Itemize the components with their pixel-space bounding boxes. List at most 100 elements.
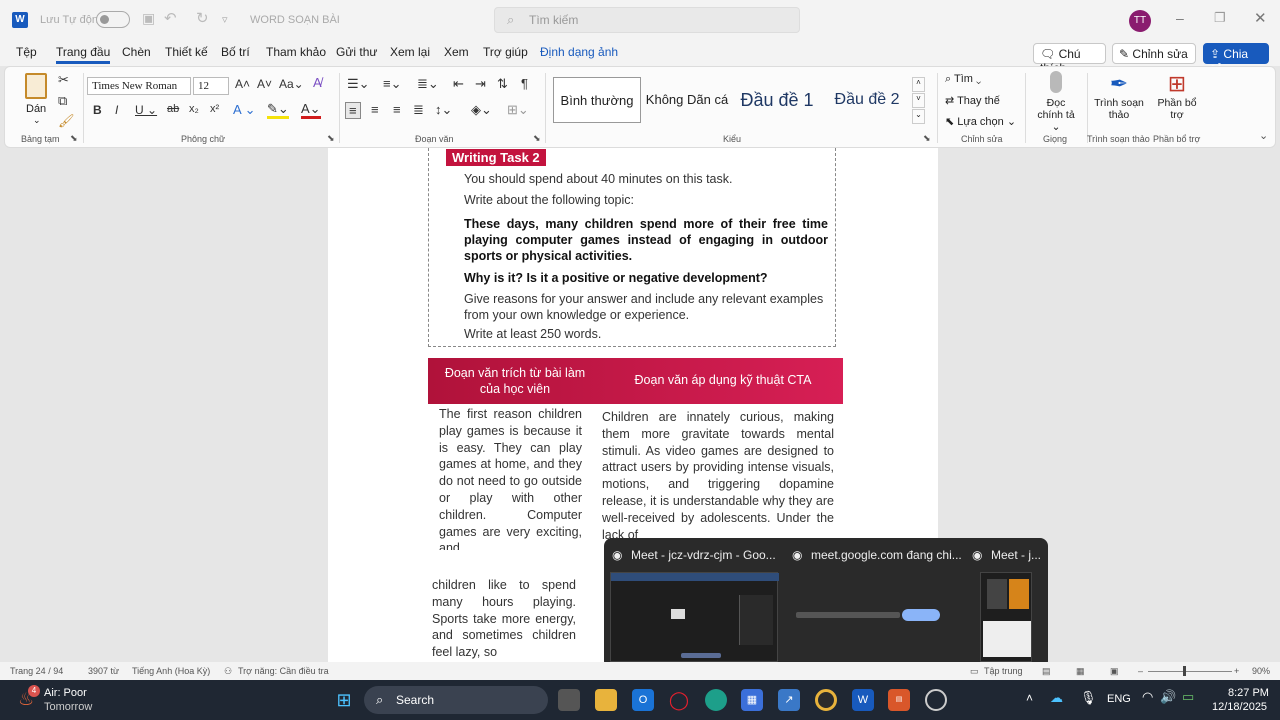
paste-icon[interactable] (25, 73, 47, 99)
tab-file[interactable]: Tệp (16, 45, 37, 59)
borders-icon[interactable]: ⊞⌄ (507, 102, 529, 118)
styles-more-icon[interactable]: ⌄ (912, 109, 925, 124)
read-mode-icon[interactable]: ▤ (1042, 666, 1051, 677)
language-indicator[interactable]: ENG (1107, 693, 1131, 705)
zoom-out-icon[interactable]: – (1138, 666, 1143, 676)
minimize-icon[interactable]: – (1176, 10, 1184, 26)
document-title[interactable]: WORD SOẠN BÀI (250, 14, 340, 26)
preview-thumbnail-1[interactable] (610, 572, 779, 662)
style-heading-1[interactable]: Đầu đề 1 (733, 77, 821, 123)
close-icon[interactable]: ✕ (1254, 9, 1267, 27)
paste-button-label[interactable]: Dán (26, 103, 46, 115)
zoom-level[interactable]: 90% (1252, 666, 1270, 676)
show-formatting-icon[interactable]: ¶ (521, 76, 528, 91)
print-layout-icon[interactable]: ▦ (1076, 666, 1085, 677)
zoom-slider[interactable] (1148, 671, 1232, 672)
decrease-indent-icon[interactable]: ⇤ (453, 76, 464, 92)
app-icon[interactable] (925, 689, 947, 711)
tab-home[interactable]: Trang đầu (56, 45, 111, 64)
font-size-select[interactable]: 12 (193, 77, 229, 95)
style-no-spacing[interactable]: Không Dãn cá (643, 77, 731, 123)
chrome-icon[interactable] (815, 689, 837, 711)
start-icon[interactable]: ⊞ (333, 689, 355, 711)
collapse-ribbon-icon[interactable]: ⌄ (1259, 129, 1268, 142)
edge-icon[interactable] (705, 689, 727, 711)
styles-scroll-down-icon[interactable]: ˅ (912, 93, 925, 108)
store-icon[interactable]: ▦ (741, 689, 763, 711)
file-explorer-icon[interactable] (595, 689, 617, 711)
paragraph-launcher-icon[interactable]: ⬊ (533, 133, 541, 144)
numbering-icon[interactable]: ≡⌄ (383, 76, 401, 92)
highlight-icon[interactable]: ✎⌄ (267, 102, 289, 119)
autosave-toggle[interactable] (96, 11, 130, 28)
microphone-icon[interactable]: 🎙 (1080, 690, 1097, 706)
font-name-select[interactable]: Times New Roman (87, 77, 191, 95)
align-center-icon[interactable]: ≡ (371, 102, 379, 117)
battery-icon[interactable]: ▭ (1182, 689, 1194, 705)
strikethrough-icon[interactable]: ab (167, 103, 179, 115)
find-button[interactable]: ⌕ Tìm ⌄ (945, 73, 981, 86)
align-left-icon[interactable]: ≡ (345, 102, 361, 119)
show-hidden-icons[interactable]: ˄ (1026, 691, 1033, 705)
change-case-icon[interactable]: Aa⌄ (279, 77, 304, 91)
tab-help[interactable]: Trợ giúp (483, 45, 528, 59)
style-heading-2[interactable]: Đầu đề 2 (823, 77, 911, 123)
onedrive-icon[interactable]: ☁ (1050, 690, 1063, 706)
sort-icon[interactable]: ⇅ (497, 76, 508, 92)
outlook-icon[interactable]: O (632, 689, 654, 711)
italic-icon[interactable]: I (115, 103, 118, 117)
customize-toolbar-icon[interactable]: ▿ (222, 13, 228, 26)
editing-mode-button[interactable]: ✎ Chỉnh sửa ⌄ (1112, 43, 1196, 75)
shading-icon[interactable]: ◈⌄ (471, 102, 492, 118)
font-color-icon[interactable]: A⌄ (301, 102, 321, 119)
wifi-icon[interactable]: ◠ (1142, 689, 1153, 705)
weather-widget[interactable]: ♨ 4 Air: Poor Tomorrow (18, 685, 138, 715)
focus-mode[interactable]: Tập trung (984, 666, 1023, 676)
paste-dropdown-icon[interactable]: ⌄ (33, 115, 41, 126)
select-button[interactable]: ⬉ Lựa chọn ⌄ (945, 115, 1016, 128)
tab-picture-format[interactable]: Định dạng ảnh (540, 45, 618, 59)
copy-icon[interactable]: ⧉ (58, 93, 67, 109)
bold-icon[interactable]: B (93, 103, 102, 117)
accessibility-status[interactable]: Trợ năng: Cần điều tra (238, 666, 329, 676)
page-count[interactable]: Trang 24 / 94 (10, 666, 63, 676)
styles-launcher-icon[interactable]: ⬊ (923, 133, 931, 144)
taskbar-search[interactable]: ⌕ Search (364, 686, 548, 714)
text-effects-icon[interactable]: A ⌄ (233, 102, 255, 118)
tab-references[interactable]: Tham khảo (266, 45, 326, 59)
shrink-font-icon[interactable]: A˅ (257, 77, 272, 91)
clear-formatting-icon[interactable]: A̸ (313, 75, 322, 90)
tab-insert[interactable]: Chèn (122, 45, 151, 59)
word-icon[interactable]: W (852, 689, 874, 711)
styles-scroll-up-icon[interactable]: ˄ (912, 77, 925, 92)
web-layout-icon[interactable]: ▣ (1110, 666, 1119, 677)
zoom-slider-thumb[interactable] (1183, 666, 1186, 676)
addins-button[interactable]: ⊞ Phần bổ trợ (1157, 71, 1197, 121)
reader-icon[interactable]: ▤ (888, 689, 910, 711)
justify-icon[interactable]: ≣ (413, 102, 424, 118)
clipboard-launcher-icon[interactable]: ⬊ (70, 133, 78, 144)
opera-icon[interactable]: ◯ (668, 689, 690, 711)
undo-icon[interactable]: ↶ (164, 9, 177, 27)
photos-icon[interactable]: ↗ (778, 689, 800, 711)
grow-font-icon[interactable]: A˄ (235, 77, 250, 91)
clock-time[interactable]: 8:27 PM (1228, 687, 1269, 699)
tab-design[interactable]: Thiết kế (165, 45, 208, 59)
volume-icon[interactable]: 🔊 (1160, 689, 1176, 705)
subscript-icon[interactable]: x₂ (189, 103, 199, 115)
tab-review[interactable]: Xem lại (390, 45, 430, 59)
avatar[interactable]: TT (1129, 10, 1151, 32)
comments-button[interactable]: 🗨 Chú thích (1033, 43, 1106, 75)
preview-thumbnail-3[interactable] (980, 572, 1032, 662)
task-view-icon[interactable] (558, 689, 580, 711)
redo-icon[interactable]: ↻ (196, 9, 209, 27)
underline-icon[interactable]: U ⌄ (135, 103, 157, 117)
font-launcher-icon[interactable]: ⬊ (327, 133, 335, 144)
replace-button[interactable]: ⇄ Thay thế (945, 94, 1000, 107)
search-input[interactable]: ⌕ Tìm kiếm (494, 7, 800, 33)
cut-icon[interactable]: ✂ (58, 72, 69, 88)
format-painter-icon[interactable]: 🖌 (58, 113, 75, 129)
zoom-in-icon[interactable]: + (1234, 666, 1239, 676)
align-right-icon[interactable]: ≡ (393, 102, 401, 117)
style-normal[interactable]: Bình thường (553, 77, 641, 123)
